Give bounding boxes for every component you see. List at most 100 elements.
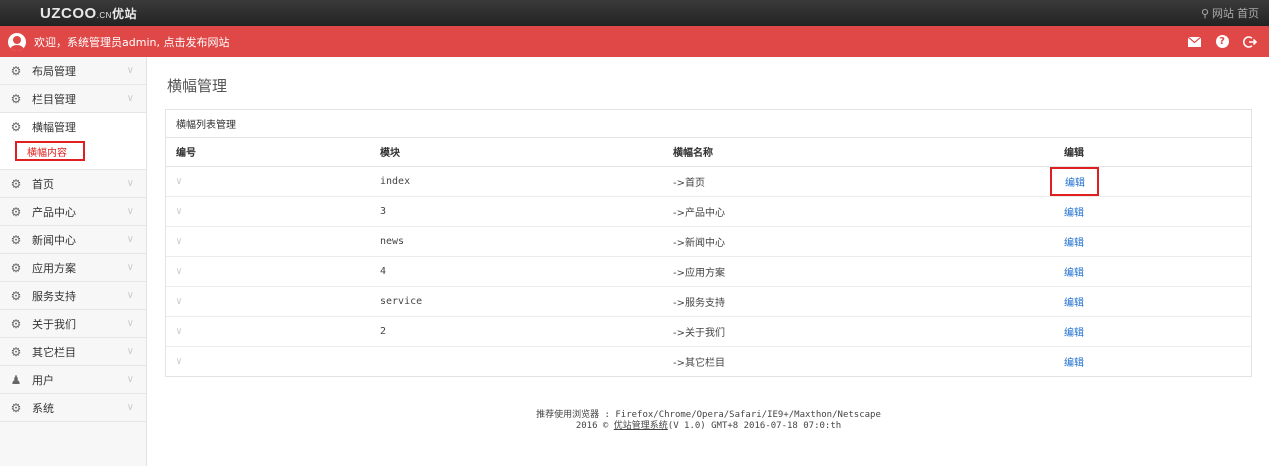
search-icon[interactable]: ⚲ [1201,7,1209,20]
expand-chevron-icon[interactable]: ∨ [176,236,182,247]
footer-year: 2016 © [575,421,614,431]
gear-icon: ⚙ [10,176,22,191]
column-header-id: 编号 [166,138,370,167]
row-module: 3 [370,196,663,227]
edit-link[interactable]: 编辑 [1064,268,1084,279]
chevron-down-icon: ∨ [126,290,134,301]
chevron-down-icon: ∨ [126,178,134,189]
logo-main: UZCOO [40,4,97,22]
gear-icon: ⚙ [10,63,22,78]
sidebar-item-label: 栏目管理 [32,92,76,106]
table-row: ∨ 4 ->应用方案 编辑 [166,256,1251,287]
column-header-module: 模块 [370,138,663,167]
top-bar: UZCOO.CN优站 ⚲ 网站 首页 [0,0,1269,26]
sidebar-item-about[interactable]: ⚙ 关于我们 ∨ [0,310,146,338]
sidebar-item-home[interactable]: ⚙ 首页 ∨ [0,170,146,198]
row-name: ->产品中心 [663,196,1054,227]
table-row: ∨ index ->首页 编辑 [166,166,1251,197]
sidebar-item-news[interactable]: ⚙ 新闻中心 ∨ [0,226,146,254]
row-module: service [370,286,663,317]
sidebar-item-system[interactable]: ⚙ 系统 ∨ [0,394,146,422]
footer-system-link[interactable]: 优站管理系统 [614,421,668,431]
footer: 推荐使用浏览器 : Firefox/Chrome/Opera/Safari/IE… [165,410,1252,432]
row-name: ->新闻中心 [663,226,1054,257]
table-row: ∨ 3 ->产品中心 编辑 [166,196,1251,227]
sidebar-item-label: 用户 [32,373,54,387]
edit-link[interactable]: 编辑 [1064,328,1084,339]
expand-chevron-icon[interactable]: ∨ [176,176,182,187]
edit-link[interactable]: 编辑 [1064,298,1084,309]
gear-icon: ⚙ [10,316,22,331]
chevron-down-icon: ∨ [126,374,134,385]
chevron-down-icon: ∨ [126,65,134,76]
column-header-edit: 编辑 [1054,138,1251,167]
footer-copyright: 2016 © 优站管理系统(V 1.0) GMT+8 2016-07-18 07… [165,421,1252,432]
row-module: index [370,166,663,197]
sidebar-group-banner: ⚙ 横幅管理 横幅内容 [0,113,146,170]
sidebar-item-label: 服务支持 [32,289,76,303]
row-name: ->其它栏目 [673,357,725,369]
users-icon: ♟ [10,372,22,387]
gear-icon: ⚙ [10,232,22,247]
table-row: ∨ service ->服务支持 编辑 [166,286,1251,317]
banner-list-panel: 横幅列表管理 编号 模块 横幅名称 编辑 ∨ index ->首页 编辑 ∨ 3… [165,109,1252,377]
panel-title: 横幅列表管理 [166,110,1251,138]
table-header-row: 编号 模块 横幅名称 编辑 [166,138,1251,167]
sidebar-item-label: 应用方案 [32,261,76,275]
edit-link[interactable]: 编辑 [1064,358,1084,369]
sidebar-subitem-banner-content[interactable]: 横幅内容 [15,141,85,161]
sidebar-item-banner[interactable]: ⚙ 横幅管理 [0,113,146,141]
row-module: 2 [370,316,663,347]
gear-icon: ⚙ [10,120,22,134]
table-row: ∨ ->其它栏目 编辑 [166,346,1251,376]
sidebar-item-layout[interactable]: ⚙ 布局管理 ∨ [0,57,146,85]
footer-version: (V 1.0) GMT+8 2016-07-18 07:0:th [667,421,842,431]
sidebar: ⚙ 布局管理 ∨ ⚙ 栏目管理 ∨ ⚙ 横幅管理 横幅内容 ⚙ 首页 ∨ ⚙ 产… [0,57,147,466]
sidebar-item-other[interactable]: ⚙ 其它栏目 ∨ [0,338,146,366]
sidebar-item-label: 布局管理 [32,64,76,78]
sidebar-item-users[interactable]: ♟ 用户 ∨ [0,366,146,394]
page-title: 横幅管理 [167,77,228,95]
sidebar-item-label: 横幅管理 [32,121,76,134]
gear-icon: ⚙ [10,288,22,303]
edit-link[interactable]: 编辑 [1065,178,1085,189]
help-icon[interactable]: ? [1215,35,1229,49]
logout-icon[interactable] [1243,35,1257,49]
row-module: 4 [370,256,663,287]
chevron-down-icon: ∨ [126,346,134,357]
chevron-down-icon: ∨ [126,262,134,273]
gear-icon: ⚙ [10,204,22,219]
row-name: ->服务支持 [663,286,1054,317]
avatar[interactable] [8,32,26,51]
expand-chevron-icon[interactable]: ∨ [176,206,182,217]
gear-icon: ⚙ [10,91,22,106]
row-name: ->应用方案 [663,256,1054,287]
site-link[interactable]: 网站 [1212,5,1234,21]
expand-chevron-icon[interactable]: ∨ [176,296,182,307]
highlight-box: 编辑 [1050,166,1099,196]
gear-icon: ⚙ [10,344,22,359]
sidebar-item-label: 产品中心 [32,205,76,219]
home-link[interactable]: 首页 [1237,5,1259,21]
expand-chevron-icon[interactable]: ∨ [176,266,182,277]
edit-link[interactable]: 编辑 [1064,208,1084,219]
sidebar-item-products[interactable]: ⚙ 产品中心 ∨ [0,198,146,226]
logo[interactable]: UZCOO.CN优站 [40,5,137,22]
sidebar-item-label: 其它栏目 [32,345,76,359]
edit-link[interactable]: 编辑 [1064,238,1084,249]
welcome-text[interactable]: 欢迎，系统管理员admin, 点击发布网站 [34,34,229,50]
row-module: news [370,226,663,257]
expand-chevron-icon[interactable]: ∨ [176,326,182,337]
logo-cn: 优站 [111,6,137,21]
chevron-down-icon: ∨ [126,318,134,329]
sidebar-item-solutions[interactable]: ⚙ 应用方案 ∨ [0,254,146,282]
sidebar-item-support[interactable]: ⚙ 服务支持 ∨ [0,282,146,310]
chevron-down-icon: ∨ [126,206,134,217]
table-row: ∨ news ->新闻中心 编辑 [166,226,1251,257]
welcome-bar: 欢迎，系统管理员admin, 点击发布网站 ? [0,26,1269,57]
banner-table: 编号 模块 横幅名称 编辑 ∨ index ->首页 编辑 ∨ 3 ->产品中心… [166,138,1251,376]
table-row: ∨ 2 ->关于我们 编辑 [166,316,1251,347]
mail-icon[interactable] [1187,35,1201,49]
sidebar-item-columns[interactable]: ⚙ 栏目管理 ∨ [0,85,146,113]
expand-chevron-icon[interactable]: ∨ [176,356,182,367]
